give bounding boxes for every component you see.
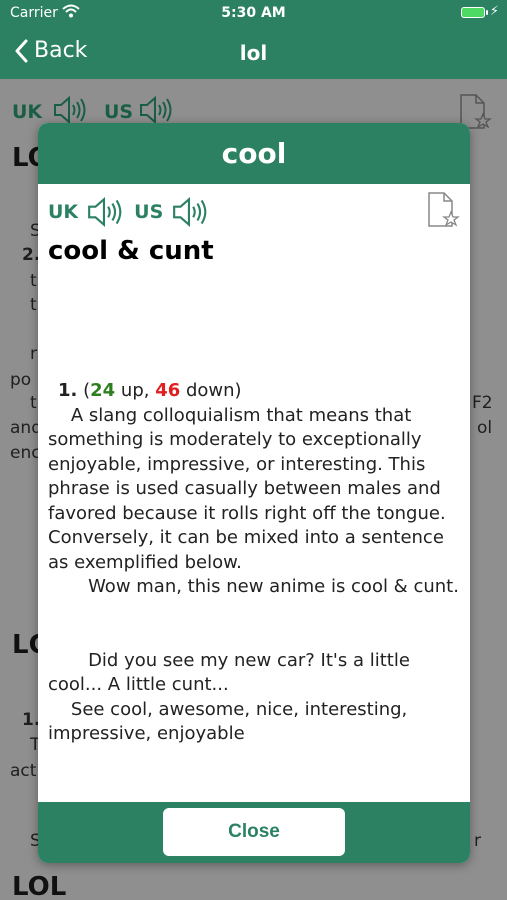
bg-fragment: r <box>30 344 37 364</box>
upvote-count: 24 <box>90 380 116 401</box>
pronunciation-row: UK US <box>48 196 219 228</box>
dialog-body: UK US cool & cunt 1. (24 up, 46 down) A … <box>38 184 470 802</box>
upvote-label: up, <box>115 380 156 401</box>
vote-open: ( <box>77 380 91 401</box>
definition-number: 1. <box>58 380 78 401</box>
status-bar: Carrier 5:30 AM ⚡ <box>0 0 507 27</box>
bg-fragment: po <box>10 370 32 390</box>
bg-us-label: US <box>104 101 134 123</box>
charging-bolt-icon: ⚡ <box>489 4 499 19</box>
status-time: 5:30 AM <box>221 5 286 21</box>
definition-text: A slang colloquialism that means that so… <box>48 404 459 745</box>
bg-fragment: enc <box>10 443 41 463</box>
word-heading: cool & cunt <box>48 236 214 266</box>
us-speaker-icon[interactable] <box>171 196 209 228</box>
bg-fragment: r <box>474 831 481 851</box>
favorite-document-icon[interactable] <box>426 191 460 233</box>
bg-fragment: act <box>10 761 37 781</box>
vote-line: 1. (24 up, 46 down) <box>48 379 463 404</box>
bg-heading-3: LOL <box>12 872 67 900</box>
downvote-count: 46 <box>155 380 181 401</box>
uk-speaker-icon[interactable] <box>86 196 124 228</box>
bg-fragment: F2 <box>472 393 493 413</box>
close-button[interactable]: Close <box>163 808 345 856</box>
bg-fragment: t <box>30 271 37 291</box>
uk-label: UK <box>48 201 79 223</box>
us-label: US <box>134 201 164 223</box>
definition-dialog: cool UK US cool & cunt 1. (24 up, 46 dow… <box>38 123 470 863</box>
downvote-label: down) <box>180 380 242 401</box>
bg-fragment: t <box>30 393 37 413</box>
definition-entry: 1. (24 up, 46 down) A slang colloquialis… <box>48 379 463 747</box>
bg-uk-label: UK <box>12 101 43 123</box>
dialog-footer: Close <box>38 802 470 863</box>
navigation-bar: Back lol <box>0 27 507 79</box>
bg-fragment: t <box>30 295 37 315</box>
bg-fragment: ol <box>477 418 493 438</box>
battery-icon <box>461 7 488 18</box>
page-title: lol <box>239 41 268 65</box>
dialog-title: cool <box>38 123 470 184</box>
